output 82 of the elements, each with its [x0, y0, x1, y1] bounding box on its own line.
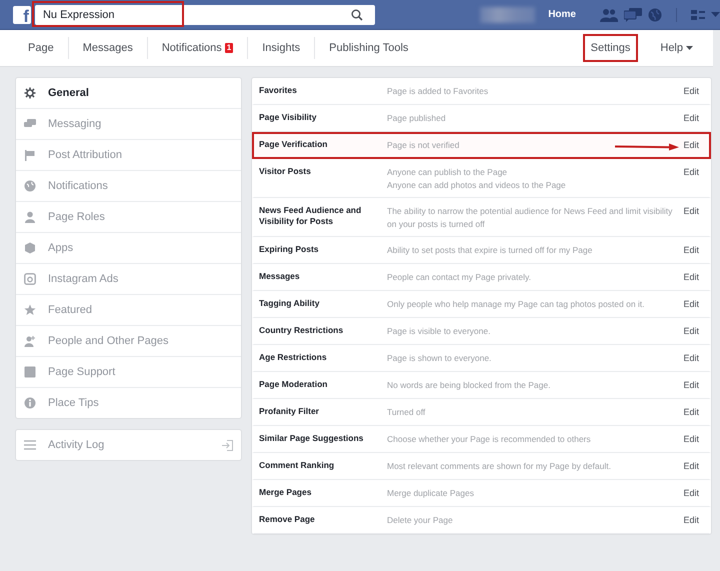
setting-name: Age Restrictions	[259, 352, 328, 363]
page-switch-icon[interactable]	[691, 10, 705, 20]
sidebar-item[interactable]: General	[16, 78, 241, 109]
edit-link[interactable]: Edit	[683, 271, 699, 284]
person-plus-icon	[24, 335, 36, 347]
setting-name: Page Visibility	[259, 112, 318, 123]
edit-link[interactable]: Edit	[683, 298, 699, 311]
star-icon	[24, 304, 36, 316]
search-icon[interactable]	[351, 8, 364, 20]
setting-name: Visitor Posts	[259, 166, 312, 177]
caret-icon[interactable]	[711, 12, 720, 17]
edit-link[interactable]: Edit	[683, 352, 699, 365]
annotation-arrow	[615, 143, 679, 151]
setting-name: Country Restrictions	[259, 325, 344, 336]
notification-badge: 1	[224, 43, 234, 53]
setting-value: Page published	[387, 112, 446, 125]
friends-icon[interactable]	[600, 8, 618, 22]
setting-value: Most relevant comments are shown for my Page by default.	[387, 460, 611, 473]
setting-name: Page Moderation	[259, 379, 328, 390]
setting-value: The ability to narrow the potential audience for News Feed and limit visibility on your posts is turned off	[387, 205, 674, 231]
setting-value: Ability to set posts that expire is turned off for my Page	[387, 244, 592, 257]
edit-link[interactable]: Edit	[683, 325, 699, 338]
messages-icon[interactable]	[624, 8, 642, 22]
setting-value: Page is added to Favorites	[387, 85, 488, 98]
edit-link[interactable]: Edit	[683, 139, 699, 152]
info-icon	[24, 397, 36, 409]
setting-name: Page Verification	[259, 139, 328, 150]
logo[interactable]: f	[13, 6, 31, 24]
setting-value: Only people who help manage my Page can tag photos posted on it.	[387, 298, 645, 311]
nav-tab[interactable]: Publishing Tools	[315, 37, 422, 59]
edit-link[interactable]: Edit	[683, 379, 699, 392]
setting-value: Anyone can add photos and videos to the Page	[387, 179, 566, 192]
enter-arrow-icon[interactable]	[222, 440, 233, 450]
setting-value: No words are being blocked from the Page.	[387, 379, 550, 392]
blurred-profile-block	[480, 6, 536, 22]
list-icon	[24, 440, 36, 450]
setting-name: Similar Page Suggestions	[259, 433, 364, 444]
setting-name: Favorites	[259, 85, 298, 96]
setting-name: Messages	[259, 271, 301, 282]
setting-name: Merge Pages	[259, 487, 312, 498]
setting-value: Turned off	[387, 406, 426, 419]
setting-value: Page is visible to everyone.	[387, 325, 490, 338]
square-icon	[24, 366, 36, 378]
edit-link[interactable]: Edit	[683, 244, 699, 257]
setting-name: Comment Ranking	[259, 460, 336, 471]
caret-icon	[686, 46, 693, 50]
globe-icon[interactable]	[648, 8, 662, 22]
edit-link[interactable]: Edit	[683, 205, 699, 218]
nav-tab[interactable]: Messages	[68, 37, 148, 59]
nav-tab[interactable]: Insights	[248, 37, 316, 59]
gear-icon	[24, 87, 36, 99]
cube-icon	[24, 242, 36, 254]
setting-name: Tagging Ability	[259, 298, 320, 309]
setting-name: Remove Page	[259, 514, 316, 525]
edit-link[interactable]: Edit	[683, 85, 699, 98]
camera-icon	[24, 273, 36, 285]
speech-bubbles-icon	[24, 118, 36, 130]
setting-name: News Feed Audience and Visibility for Posts	[259, 205, 362, 227]
setting-name: Profanity Filter	[259, 406, 320, 417]
flag-icon	[24, 149, 36, 161]
setting-value: Page is not verified	[387, 139, 460, 152]
setting-value: Delete your Page	[387, 514, 453, 527]
setting-value: Page is shown to everyone.	[387, 352, 492, 365]
edit-link[interactable]: Edit	[683, 487, 699, 500]
edit-link[interactable]: Edit	[683, 460, 699, 473]
setting-value: Merge duplicate Pages	[387, 487, 474, 500]
nav-tab[interactable]: Notifications 1	[148, 37, 248, 59]
globe-icon	[24, 180, 36, 192]
setting-value: Anyone can publish to the Page	[387, 166, 508, 179]
edit-link[interactable]: Edit	[683, 166, 699, 179]
setting-value: People can contact my Page privately.	[387, 271, 531, 284]
nav-tab[interactable]: Page	[15, 37, 69, 59]
nav-tab[interactable]: Settings	[582, 34, 638, 62]
edit-link[interactable]: Edit	[683, 514, 699, 527]
setting-value: Choose whether your Page is recommended to others	[387, 433, 591, 446]
edit-link[interactable]: Edit	[683, 406, 699, 419]
person-icon	[24, 211, 36, 223]
home-link[interactable]: Home	[548, 9, 576, 20]
edit-link[interactable]: Edit	[683, 112, 699, 125]
edit-link[interactable]: Edit	[683, 433, 699, 446]
nav-tab[interactable]: Help	[652, 34, 701, 62]
setting-name: Expiring Posts	[259, 244, 320, 255]
